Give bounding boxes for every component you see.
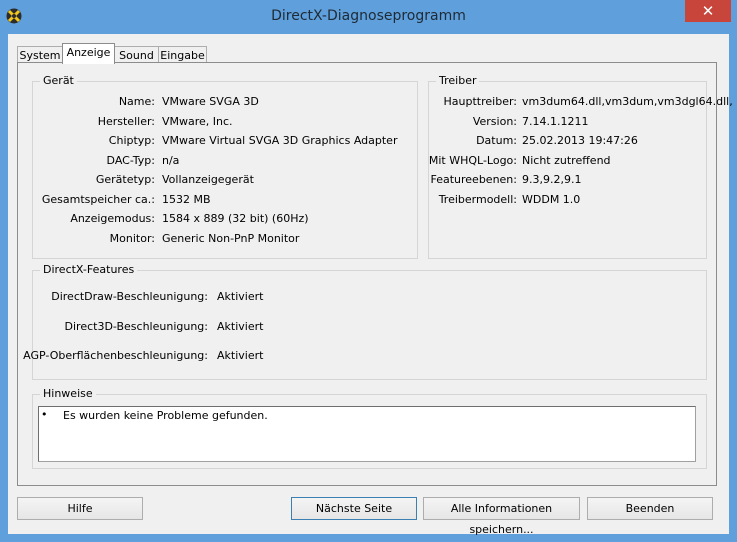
close-icon: ✕ [701,2,715,20]
tab-panel-anzeige: Gerät Name: VMware SVGA 3D Hersteller: V… [17,62,733,486]
device-type-label: Gerätetyp: [95,173,155,186]
save-all-information-button[interactable]: Alle Informationen speichern... [423,497,580,536]
title-bar[interactable]: DirectX-Diagnoseprogramm ✕ [0,0,737,34]
version-label: Version: [472,115,517,128]
notes-group-title: Hinweise [40,387,96,400]
features-group-title: DirectX-Features [40,263,138,276]
main-driver-value: vm3dum64.dll,vm3dum,vm3dgl64.dll, [522,95,733,108]
dac-type-label: DAC-Typ: [106,154,155,167]
display-mode-label: Anzeigemodus: [70,212,155,225]
main-driver-label: Haupttreiber: [443,95,517,108]
directdraw-value: Aktiviert [217,290,264,303]
device-group-title: Gerät [40,74,77,87]
window: DirectX-Diagnoseprogramm ✕ System Anzeig… [0,0,737,542]
bullet-icon: • [41,408,48,421]
driver-model-value: WDDM 1.0 [522,193,581,206]
total-memory-label: Gesamtspeicher ca.: [41,193,155,206]
directdraw-label: DirectDraw-Beschleunigung: [51,290,208,303]
device-name-value: VMware SVGA 3D [162,95,259,108]
device-name-label: Name: [118,95,155,108]
dialog-client-area: System Anzeige Sound Eingabe Gerät Name:… [8,34,733,536]
exit-button[interactable]: Beenden [587,497,713,520]
notes-textbox[interactable]: • Es wurden keine Probleme gefunden. [38,406,696,462]
close-button[interactable]: ✕ [685,0,731,22]
direct3d-value: Aktiviert [217,320,264,333]
device-group: Gerät Name: VMware SVGA 3D Hersteller: V… [32,74,418,259]
directx-features-group: DirectX-Features DirectDraw-Beschleunigu… [23,263,707,380]
driver-group-title: Treiber [436,74,480,87]
whql-logo-label: Mit WHQL-Logo: [428,154,517,167]
chip-type-label: Chiptyp: [108,134,155,147]
tab-anzeige[interactable]: Anzeige [62,43,115,64]
driver-group: Treiber Haupttreiber: vm3dum64.dll,vm3du… [428,74,733,259]
notes-text: Es wurden keine Probleme gefunden. [63,409,268,422]
notes-group: Hinweise • Es wurden keine Probleme gefu… [32,387,707,469]
help-button[interactable]: Hilfe [17,497,143,520]
manufacturer-value: VMware, Inc. [162,115,233,128]
direct3d-label: Direct3D-Beschleunigung: [64,320,208,333]
manufacturer-label: Hersteller: [97,115,155,128]
next-page-button[interactable]: Nächste Seite [291,497,417,520]
whql-logo-value: Nicht zutreffend [522,154,611,167]
date-value: 25.02.2013 19:47:26 [522,134,638,147]
driver-model-label: Treibermodell: [438,193,517,206]
total-memory-value: 1532 MB [162,193,211,206]
display-mode-value: 1584 x 889 (32 bit) (60Hz) [162,212,309,225]
version-value: 7.14.1.1211 [522,115,589,128]
agp-label: AGP-Oberflächenbeschleunigung: [23,349,208,362]
feature-levels-value: 9.3,9.2,9.1 [522,173,582,186]
date-label: Datum: [476,134,517,147]
device-type-value: Vollanzeigegerät [162,173,254,186]
agp-value: Aktiviert [217,349,264,362]
chip-type-value: VMware Virtual SVGA 3D Graphics Adapter [162,134,398,147]
feature-levels-label: Featureebenen: [430,173,517,186]
dac-type-value: n/a [162,154,180,167]
window-title: DirectX-Diagnoseprogramm [271,8,466,24]
monitor-label: Monitor: [109,232,155,245]
monitor-value: Generic Non-PnP Monitor [162,232,300,245]
